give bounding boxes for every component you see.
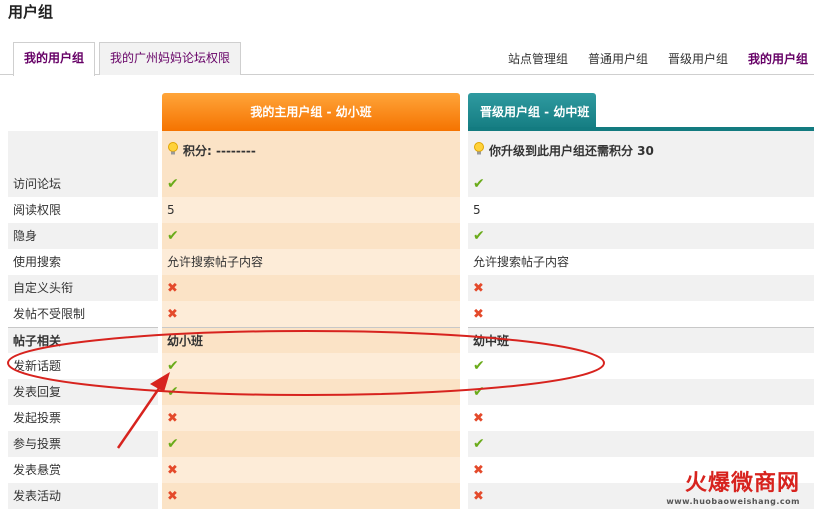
- row-label: 参与投票: [8, 431, 158, 457]
- row-label: 发表悬赏: [13, 463, 62, 477]
- table-row: 访问论坛 ✔ ✔: [8, 171, 814, 197]
- watermark-name: 火爆微商网: [684, 471, 800, 496]
- row-label: 发表回复: [8, 379, 158, 405]
- row-label: 发表活动: [8, 483, 158, 509]
- next-group-value: ✔: [468, 379, 814, 405]
- row-label: 使用搜索: [13, 255, 62, 269]
- tab-forum-permissions[interactable]: 我的广州妈妈论坛权限: [99, 42, 241, 75]
- table-row: 参与投票 ✔ ✔: [8, 431, 814, 457]
- row-label: 发起投票: [13, 411, 62, 425]
- row-label: 访问论坛: [8, 171, 158, 197]
- check-icon: ✔: [473, 228, 485, 244]
- page-title: 用户组: [8, 3, 54, 21]
- table-row: 发帖不受限制 ✖ ✖: [8, 301, 814, 327]
- current-group-value: ✔: [162, 379, 460, 405]
- check-icon: ✔: [167, 176, 179, 192]
- next-group-value: 5: [473, 203, 481, 217]
- row-label: 发帖不受限制: [13, 307, 86, 321]
- link-normal-group[interactable]: 普通用户组: [588, 50, 648, 67]
- check-icon: ✔: [167, 358, 179, 374]
- cross-icon: ✖: [473, 281, 484, 296]
- check-icon: ✔: [473, 384, 485, 400]
- link-my-group[interactable]: 我的用户组: [748, 50, 808, 67]
- row-label: 帖子相关: [8, 327, 158, 353]
- cross-icon: ✖: [167, 307, 178, 322]
- points-row: 积分: -------- 你升级到此用户组还需积分 30: [8, 131, 814, 171]
- cross-icon: ✖: [473, 307, 484, 322]
- current-points-text: 积分: --------: [183, 144, 256, 158]
- row-label: 自定义头衔: [8, 275, 158, 301]
- current-group-value: 幼小班: [162, 327, 460, 353]
- row-label: 阅读权限: [13, 203, 62, 217]
- points-label-cell: [8, 131, 158, 171]
- bulb-icon: [167, 132, 179, 172]
- next-group-value: 允许搜索帖子内容: [473, 255, 570, 269]
- table-row: 自定义头衔 ✖ ✖: [8, 275, 814, 301]
- next-group-header[interactable]: 晋级用户组 - 幼中班: [468, 93, 596, 131]
- cross-icon: ✖: [167, 463, 178, 478]
- check-icon: ✔: [473, 358, 485, 374]
- watermark-url: www.huobaoweishang.com: [666, 497, 800, 506]
- current-group-value: 5: [162, 197, 460, 223]
- current-group-value: ✔: [162, 353, 460, 379]
- next-group-value: ✖: [468, 301, 814, 327]
- table-row: 隐身 ✔ ✔: [8, 223, 814, 249]
- cross-icon: ✖: [167, 411, 178, 426]
- current-group-value: ✖: [162, 405, 460, 431]
- check-icon: ✔: [473, 176, 485, 192]
- permission-table: 积分: -------- 你升级到此用户组还需积分 30 访问论坛 ✔ ✔ 阅读权限 5…: [8, 131, 814, 509]
- check-icon: ✔: [167, 384, 179, 400]
- row-label: 发新话题: [13, 359, 62, 373]
- table-row: 发起投票 ✖ ✖: [8, 405, 814, 431]
- watermark: 火爆微商网 www.huobaoweishang.com: [666, 465, 800, 506]
- cross-icon: ✖: [473, 489, 484, 504]
- cross-icon: ✖: [167, 489, 178, 504]
- next-group-value: ✖: [468, 405, 814, 431]
- current-group-value: ✔: [162, 431, 460, 457]
- link-admin-group[interactable]: 站点管理组: [508, 50, 568, 67]
- cross-icon: ✖: [167, 281, 178, 296]
- link-promotion-group[interactable]: 晋级用户组: [668, 50, 728, 67]
- group-links: 站点管理组 普通用户组 晋级用户组 我的用户组: [508, 50, 808, 67]
- current-group-value: ✖: [162, 275, 460, 301]
- current-group-value: ✖: [162, 483, 460, 509]
- current-group-value: ✖: [162, 301, 460, 327]
- table-row: 阅读权限 5 5: [8, 197, 814, 223]
- next-group-value: ✔: [468, 223, 814, 249]
- row-label: 隐身: [8, 223, 158, 249]
- next-group-value: ✔: [468, 171, 814, 197]
- table-row: 使用搜索 允许搜索帖子内容 允许搜索帖子内容: [8, 249, 814, 275]
- tab-my-usergroup[interactable]: 我的用户组: [13, 42, 95, 76]
- current-points: 积分: --------: [162, 131, 460, 171]
- next-group-value: ✖: [468, 275, 814, 301]
- next-group-value: ✔: [468, 431, 814, 457]
- next-group-value: 幼中班: [468, 327, 814, 353]
- bulb-icon: [473, 132, 485, 172]
- check-icon: ✔: [473, 436, 485, 452]
- next-points: 你升级到此用户组还需积分 30: [468, 131, 814, 171]
- cross-icon: ✖: [473, 463, 484, 478]
- check-icon: ✔: [167, 436, 179, 452]
- cross-icon: ✖: [473, 411, 484, 426]
- current-group-value: 允许搜索帖子内容: [162, 249, 460, 275]
- next-points-text: 你升级到此用户组还需积分 30: [489, 144, 654, 158]
- table-row: 帖子相关 幼小班 幼中班: [8, 327, 814, 353]
- check-icon: ✔: [167, 228, 179, 244]
- current-group-value: ✔: [162, 223, 460, 249]
- current-group-value: ✔: [162, 171, 460, 197]
- current-group-header: 我的主用户组 - 幼小班: [162, 93, 460, 131]
- table-row: 发新话题 ✔ ✔: [8, 353, 814, 379]
- current-group-value: ✖: [162, 457, 460, 483]
- table-row: 发表回复 ✔ ✔: [8, 379, 814, 405]
- next-group-value: ✔: [468, 353, 814, 379]
